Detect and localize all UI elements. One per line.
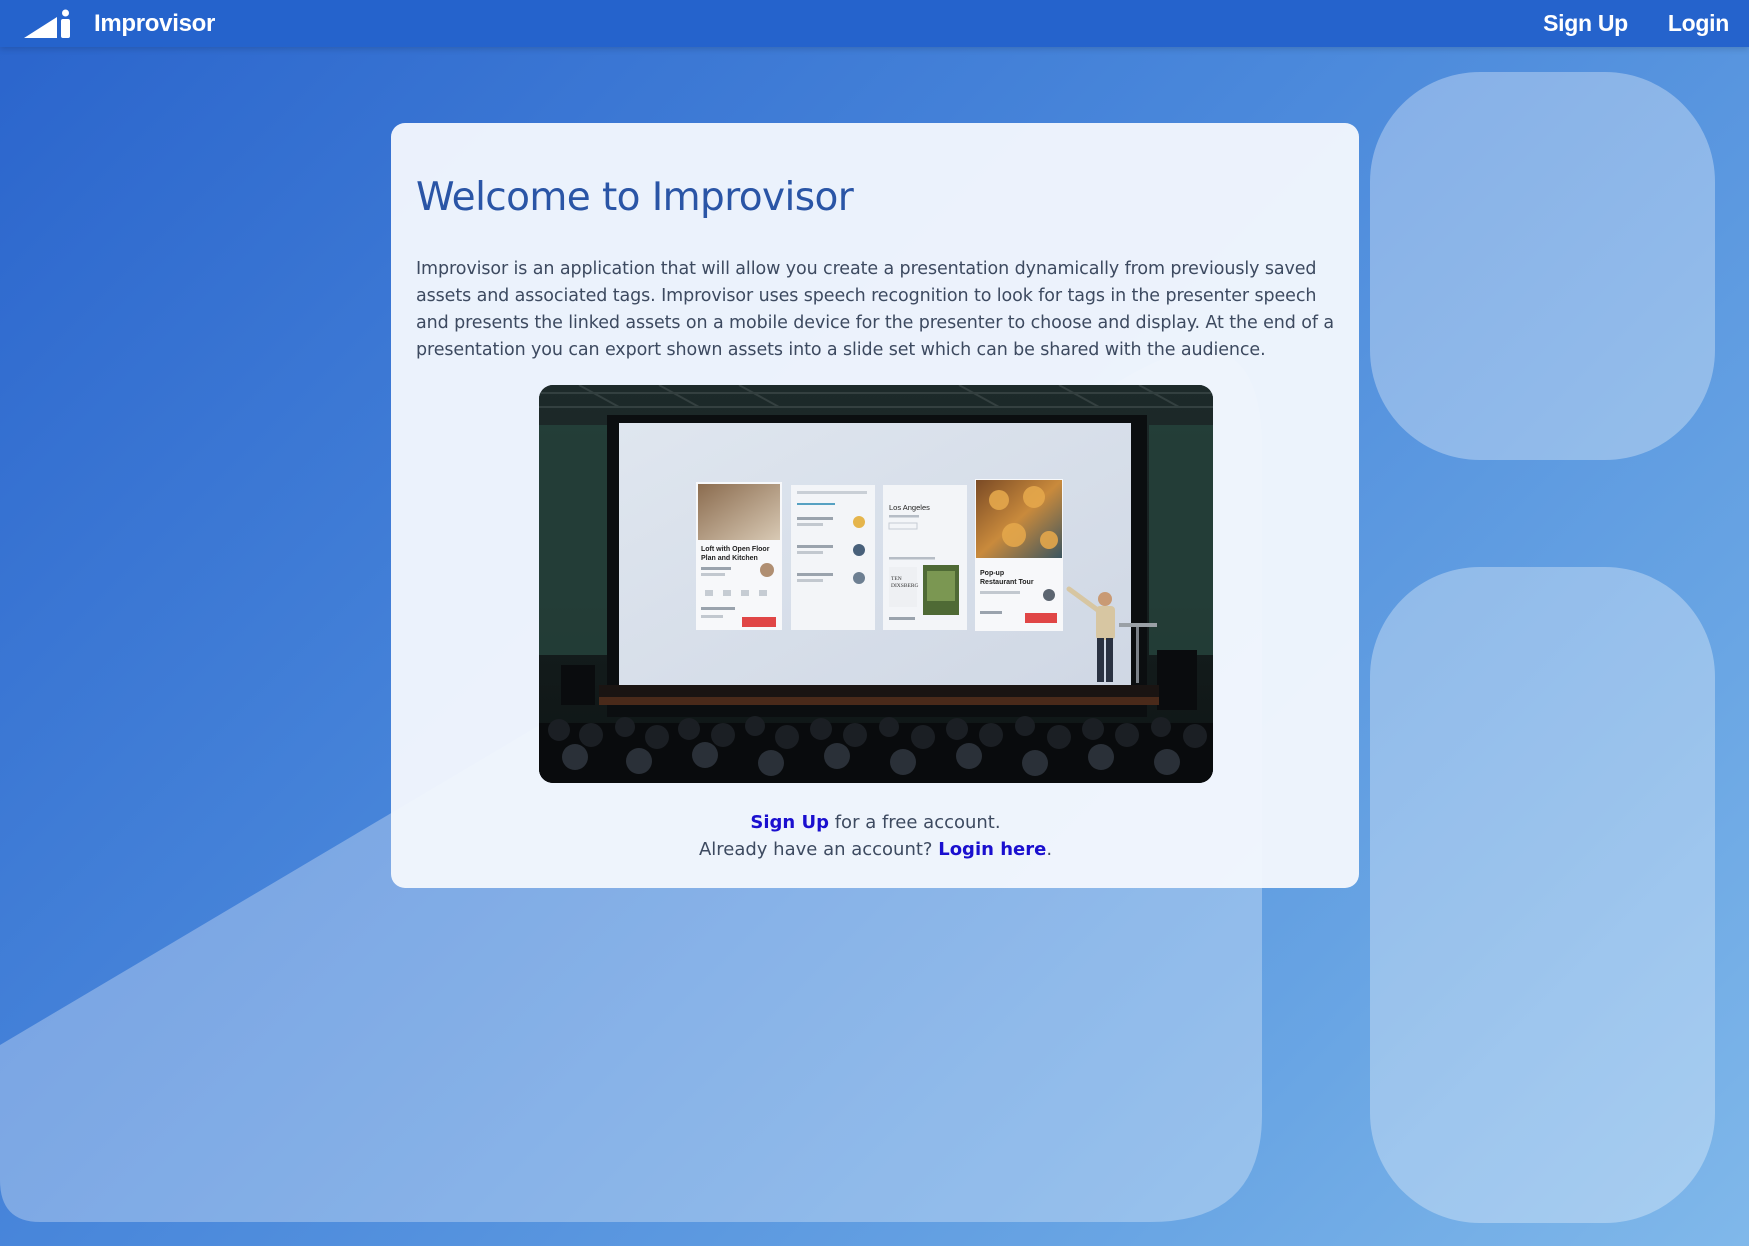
welcome-card: Welcome to Improvisor Improvisor is an a… bbox=[391, 123, 1359, 888]
signal-bars-logo-icon bbox=[24, 9, 70, 38]
svg-text:Restaurant Tour: Restaurant Tour bbox=[980, 579, 1034, 586]
brand-name: Improvisor bbox=[94, 9, 216, 37]
nav-login-link[interactable]: Login bbox=[1668, 10, 1729, 37]
svg-text:DIXSBERG: DIXSBERG bbox=[891, 583, 919, 589]
login-here-link[interactable]: Login here bbox=[938, 839, 1046, 860]
login-line: Already have an account? Login here. bbox=[416, 836, 1335, 863]
brand-home-link[interactable]: Improvisor bbox=[24, 6, 215, 41]
screen-panel4-title: Pop-up bbox=[980, 570, 1004, 577]
signup-suffix: for a free account. bbox=[829, 811, 1001, 833]
page-title: Welcome to Improvisor bbox=[416, 175, 854, 220]
background-pill-top bbox=[1370, 72, 1715, 460]
signup-line: Sign Up for a free account. bbox=[416, 809, 1335, 836]
signup-link[interactable]: Sign Up bbox=[750, 812, 829, 833]
login-suffix: . bbox=[1046, 838, 1053, 860]
intro-paragraph: Improvisor is an application that will a… bbox=[416, 258, 1334, 360]
call-to-action: Sign Up for a free account. Already have… bbox=[416, 809, 1335, 863]
screen-panel3-title: Los Angeles bbox=[889, 503, 930, 512]
presentation-photo: Loft with Open Floor Plan and Kitchen Lo… bbox=[538, 384, 1213, 783]
svg-text:Plan and Kitchen: Plan and Kitchen bbox=[701, 555, 758, 562]
background-pill-bottom bbox=[1370, 567, 1715, 1223]
login-prefix: Already have an account? bbox=[698, 838, 939, 860]
nav-signup-link[interactable]: Sign Up bbox=[1543, 10, 1628, 37]
screen-panel1-title: Loft with Open Floor bbox=[701, 546, 770, 553]
top-navbar: Improvisor Sign Up Login bbox=[0, 0, 1749, 47]
nav-links: Sign Up Login bbox=[1503, 0, 1729, 47]
svg-text:TEN: TEN bbox=[891, 576, 902, 582]
presentation-photo-illustration: Loft with Open Floor Plan and Kitchen Lo… bbox=[538, 384, 1213, 783]
